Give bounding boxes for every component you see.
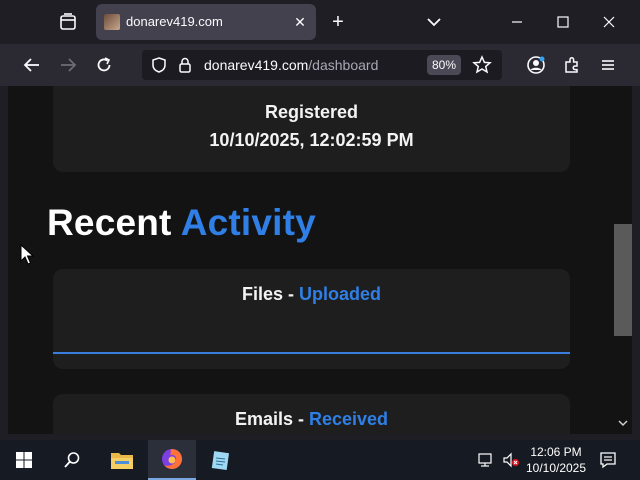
site-favicon-icon	[104, 14, 120, 30]
search-icon[interactable]	[48, 440, 96, 480]
reload-icon[interactable]	[92, 53, 116, 77]
registered-date: 10/10/2025, 12:02:59 PM	[209, 130, 414, 150]
forward-icon[interactable]	[56, 53, 80, 77]
firefox-icon[interactable]	[148, 440, 196, 480]
windows-taskbar: 12:06 PM 10/10/2025	[0, 440, 640, 480]
navigation-bar: donarev419.com/dashboard 80%	[0, 44, 640, 86]
registered-label: Registered	[264, 102, 359, 122]
menu-hamburger-icon[interactable]	[596, 53, 620, 77]
url-text: donarev419.com/dashboard	[204, 57, 378, 73]
active-tab[interactable]: donarev419.com ✕	[96, 4, 316, 40]
close-tab-icon[interactable]: ✕	[290, 12, 310, 32]
files-heading: Files - Uploaded	[53, 284, 570, 305]
files-label: Files -	[241, 284, 299, 304]
emails-heading: Emails - Received	[53, 409, 570, 430]
minimize-button[interactable]	[494, 6, 540, 38]
volume-muted-icon[interactable]	[500, 440, 522, 480]
tab-title: donarev419.com	[126, 14, 223, 29]
close-window-button[interactable]	[586, 6, 632, 38]
scroll-down-arrow-icon[interactable]	[618, 418, 628, 428]
maximize-button[interactable]	[540, 6, 586, 38]
recent-activity-heading: Recent Activity	[47, 202, 316, 244]
notification-center-icon[interactable]	[596, 440, 620, 480]
emails-status: Received	[308, 409, 389, 429]
extensions-icon[interactable]	[560, 53, 584, 77]
firefox-view-icon[interactable]	[56, 10, 80, 34]
account-icon[interactable]	[524, 53, 548, 77]
tab-bar: donarev419.com ✕ +	[0, 0, 640, 44]
list-all-tabs-icon[interactable]	[422, 10, 446, 34]
clock-date: 10/10/2025	[525, 461, 587, 475]
page-viewport: Registered 10/10/2025, 12:02:59 PM Recen…	[8, 86, 632, 434]
lock-icon[interactable]	[176, 56, 194, 74]
registered-card: Registered 10/10/2025, 12:02:59 PM	[53, 86, 570, 172]
network-icon[interactable]	[476, 440, 498, 480]
url-path: /dashboard	[308, 57, 379, 73]
page-scrollbar[interactable]	[614, 86, 632, 434]
url-domain: donarev419.com	[204, 57, 309, 73]
system-clock[interactable]: 12:06 PM 10/10/2025	[520, 444, 592, 476]
url-bar[interactable]: donarev419.com/dashboard 80%	[142, 50, 502, 80]
notepad-icon[interactable]	[196, 440, 244, 480]
recent-activity-word2: Activity	[180, 202, 316, 243]
files-divider	[53, 352, 570, 354]
bookmark-star-icon[interactable]	[472, 55, 492, 75]
zoom-level-badge[interactable]: 80%	[427, 55, 462, 75]
scrollbar-thumb[interactable]	[614, 224, 632, 336]
tracking-protection-shield-icon[interactable]	[150, 56, 168, 74]
file-explorer-icon[interactable]	[98, 440, 146, 480]
files-status: Uploaded	[299, 284, 382, 304]
clock-time: 12:06 PM	[530, 445, 582, 459]
mouse-cursor-icon	[20, 243, 35, 266]
emails-activity-card: Emails - Received	[53, 394, 570, 434]
files-activity-card: Files - Uploaded	[53, 269, 570, 369]
back-icon[interactable]	[20, 53, 44, 77]
new-tab-button[interactable]: +	[326, 10, 350, 34]
recent-activity-word1: Recent	[47, 202, 172, 243]
emails-label: Emails -	[234, 409, 309, 429]
start-icon[interactable]	[0, 440, 48, 480]
